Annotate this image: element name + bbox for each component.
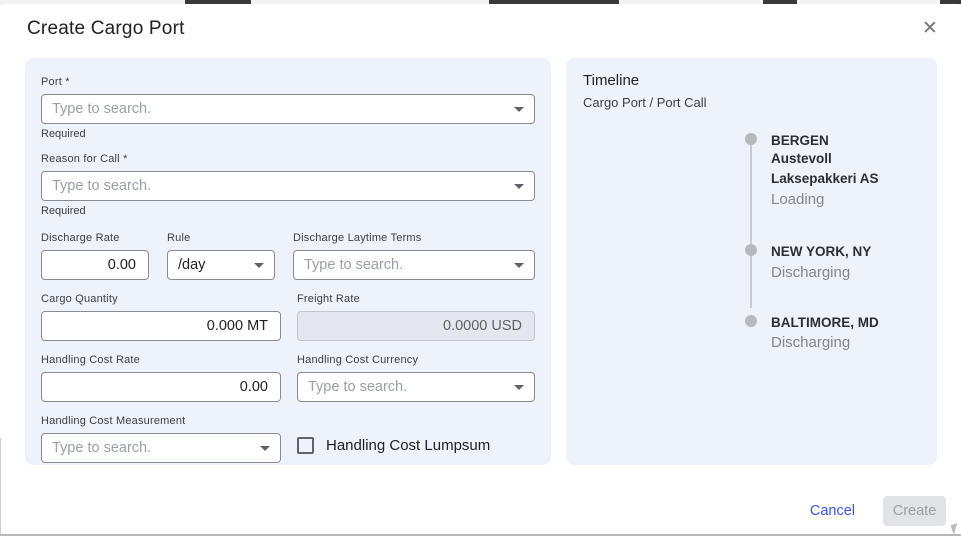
rule-input[interactable]	[167, 250, 275, 280]
handling-cost-currency-select	[297, 372, 535, 402]
timeline-dot-icon	[745, 315, 757, 327]
dialog-footer: Cancel Create	[802, 496, 946, 526]
rule-field-group: Rule	[167, 232, 275, 280]
close-icon[interactable]: ✕	[917, 16, 943, 42]
timeline-port-name: NEW YORK, NY	[771, 243, 921, 260]
handling-cost-currency-input[interactable]	[297, 372, 535, 402]
discharge-laytime-terms-input[interactable]	[293, 250, 535, 280]
timeline-dot-icon	[745, 133, 757, 145]
discharge-rate-input[interactable]	[41, 250, 149, 280]
timeline-subtitle: Cargo Port / Port Call	[583, 95, 921, 110]
reason-for-call-field-group: Reason for Call * Required	[41, 153, 535, 217]
timeline-item-text: BALTIMORE, MD Discharging	[771, 314, 921, 351]
discharge-rate-field	[41, 250, 149, 280]
timeline-item-baltimore: BALTIMORE, MD Discharging	[745, 314, 921, 351]
discharge-rate-label: Discharge Rate	[41, 232, 149, 244]
timeline-port-name: BERGEN	[771, 132, 921, 149]
timeline: BERGEN Austevoll Laksepakkeri AS Loading…	[745, 132, 921, 351]
timeline-port-status: Discharging	[771, 264, 921, 281]
handling-cost-rate-label: Handling Cost Rate	[41, 354, 281, 366]
timeline-dot-icon	[745, 244, 757, 256]
timeline-panel: Timeline Cargo Port / Port Call BERGEN A…	[566, 58, 937, 465]
freight-rate-label: Freight Rate	[297, 293, 535, 305]
timeline-item-text: BERGEN Austevoll Laksepakkeri AS Loading	[771, 132, 921, 208]
handling-cost-measurement-select	[41, 433, 281, 463]
timeline-port-status: Discharging	[771, 334, 921, 351]
rule-select	[167, 250, 275, 280]
discharge-laytime-terms-label: Discharge Laytime Terms	[293, 232, 535, 244]
freight-rate-field	[297, 311, 535, 341]
handling-cost-lumpsum-checkbox[interactable]	[297, 437, 314, 454]
quantity-freight-row: Cargo Quantity Freight Rate	[41, 293, 535, 341]
timeline-port-name: BALTIMORE, MD	[771, 314, 921, 331]
reason-for-call-input[interactable]	[41, 171, 535, 201]
freight-rate-input	[297, 311, 535, 341]
handling-cost-row: Handling Cost Rate Handling Cost Currenc…	[41, 354, 535, 402]
handling-cost-rate-field-group: Handling Cost Rate	[41, 354, 281, 402]
cargo-quantity-field	[41, 311, 281, 341]
create-button: Create	[883, 496, 946, 526]
handling-cost-currency-label: Handling Cost Currency	[297, 354, 535, 366]
dialog-title: Create Cargo Port	[27, 18, 185, 40]
reason-for-call-required-helper: Required	[41, 205, 535, 217]
rule-label: Rule	[167, 232, 275, 244]
reason-for-call-label: Reason for Call *	[41, 153, 535, 165]
timeline-item-text: NEW YORK, NY Discharging	[771, 243, 921, 280]
port-required-helper: Required	[41, 128, 535, 140]
discharge-laytime-terms-select	[293, 250, 535, 280]
cargo-port-form-panel: Port * Required Reason for Call * Requir…	[25, 58, 551, 465]
freight-rate-field-group: Freight Rate	[297, 293, 535, 341]
port-select	[41, 94, 535, 124]
cargo-quantity-label: Cargo Quantity	[41, 293, 281, 305]
handling-cost-lumpsum-group: Handling Cost Lumpsum	[297, 415, 535, 463]
port-input[interactable]	[41, 94, 535, 124]
timeline-item-new-york: NEW YORK, NY Discharging	[745, 243, 921, 280]
handling-cost-measurement-label: Handling Cost Measurement	[41, 415, 281, 427]
discharge-rate-field-group: Discharge Rate	[41, 232, 149, 280]
discharge-row: Discharge Rate Rule Discharge Laytime Te…	[41, 232, 535, 280]
timeline-port-company: Austevoll Laksepakkeri AS	[771, 149, 921, 188]
handling-cost-measurement-row: Handling Cost Measurement Handling Cost …	[41, 415, 535, 463]
handling-cost-rate-field	[41, 372, 281, 402]
handling-cost-rate-input[interactable]	[41, 372, 281, 402]
handling-cost-measurement-field-group: Handling Cost Measurement	[41, 415, 281, 463]
port-label: Port *	[41, 76, 535, 88]
timeline-port-status: Loading	[771, 191, 921, 208]
handling-cost-currency-field-group: Handling Cost Currency	[297, 354, 535, 402]
handling-cost-lumpsum-checkbox-row[interactable]: Handling Cost Lumpsum	[297, 437, 535, 454]
cargo-quantity-input[interactable]	[41, 311, 281, 341]
timeline-title: Timeline	[583, 72, 921, 89]
discharge-laytime-terms-field-group: Discharge Laytime Terms	[293, 232, 535, 280]
background-page-edge	[0, 438, 1, 536]
reason-for-call-select	[41, 171, 535, 201]
cancel-button[interactable]: Cancel	[802, 497, 863, 525]
timeline-item-bergen: BERGEN Austevoll Laksepakkeri AS Loading	[745, 132, 921, 208]
cargo-quantity-field-group: Cargo Quantity	[41, 293, 281, 341]
handling-cost-lumpsum-label: Handling Cost Lumpsum	[326, 437, 490, 454]
handling-cost-measurement-input[interactable]	[41, 433, 281, 463]
port-field-group: Port * Required	[41, 76, 535, 140]
